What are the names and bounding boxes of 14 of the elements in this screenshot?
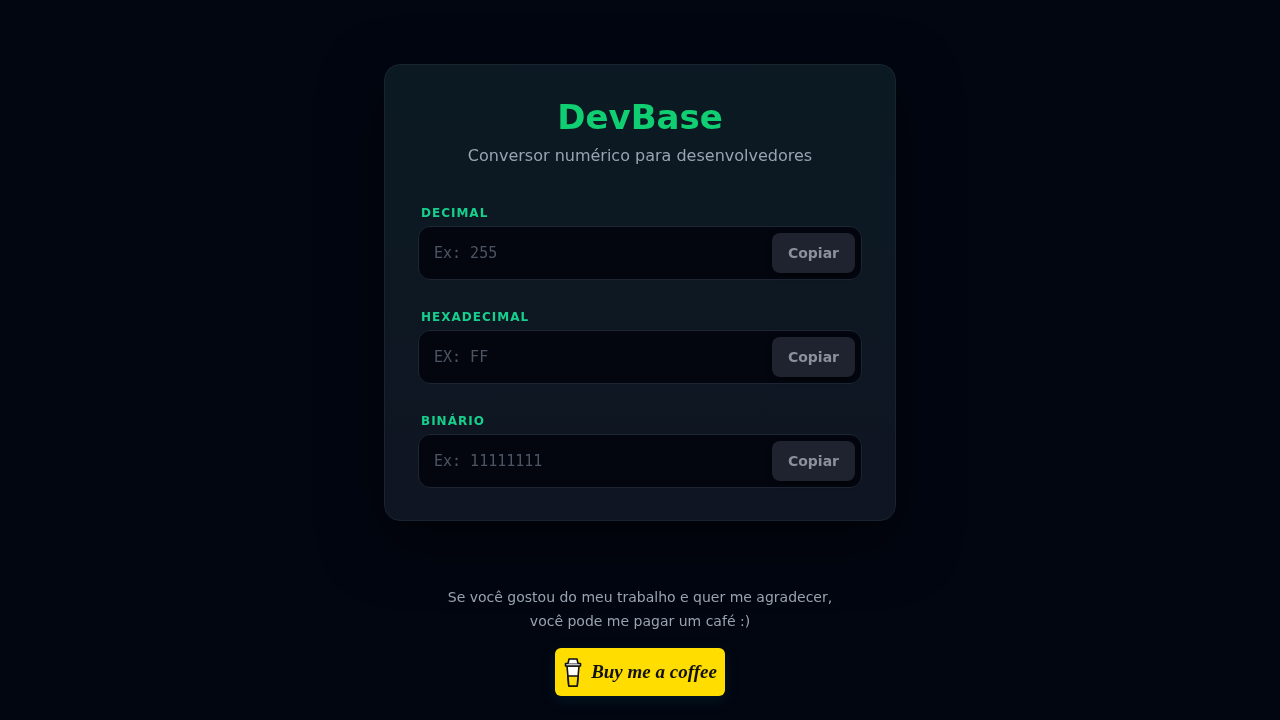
copy-button[interactable]: Copiar (772, 337, 855, 377)
buy-me-a-coffee-button[interactable]: Buy me a coffee (555, 648, 725, 696)
copy-button[interactable]: Copiar (772, 233, 855, 273)
support-message: Se você gostou do meu trabalho e quer me agradecer, você pode me pagar um café :) (446, 588, 834, 631)
field-label: DECIMAL (421, 206, 489, 221)
field-label: BINÁRIO (421, 414, 485, 429)
app-title: DevBase (557, 97, 723, 138)
number-input-field[interactable]: Ex: 11111111 Copiar (418, 434, 862, 488)
field-label: HEXADECIMAL (421, 310, 530, 325)
number-input-field[interactable]: Ex: 255 Copiar (418, 226, 862, 280)
copy-button[interactable]: Copiar (772, 441, 855, 481)
app-subtitle: Conversor numérico para desenvolvedores (467, 146, 813, 166)
number-input-field[interactable]: EX: FF Copiar (418, 330, 862, 384)
coffee-cup-icon (563, 656, 584, 688)
